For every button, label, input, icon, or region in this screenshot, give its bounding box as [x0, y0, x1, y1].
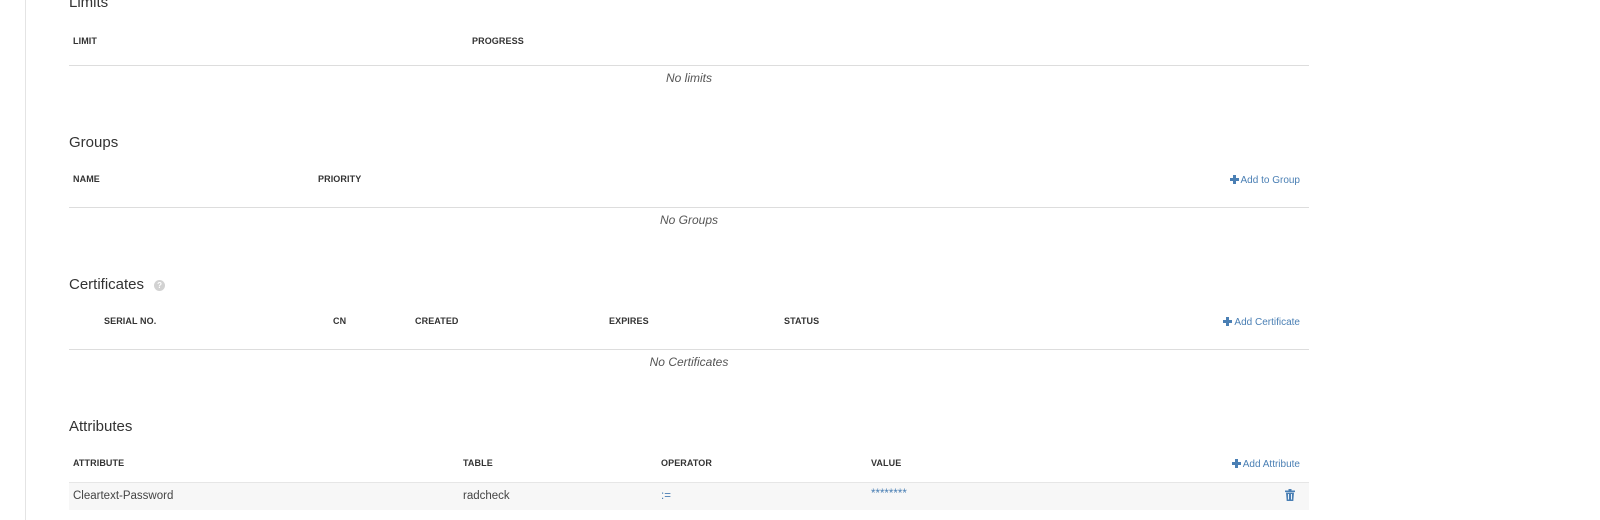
- limits-col-progress: PROGRESS: [472, 36, 524, 46]
- content-left-border: [25, 0, 26, 520]
- add-attribute-button[interactable]: Add Attribute: [1231, 459, 1300, 470]
- certificates-header-divider: [69, 349, 1309, 350]
- limits-empty-message: No limits: [665, 71, 712, 85]
- attributes-col-operator: OPERATOR: [661, 458, 712, 468]
- attribute-operator-link[interactable]: :=: [661, 490, 671, 502]
- certificates-col-status: STATUS: [784, 316, 820, 326]
- limits-header-divider: [69, 65, 1309, 66]
- add-attribute-label: Add Attribute: [1242, 459, 1300, 470]
- limits-section: Limits LIMIT PROGRESS No limits: [69, 0, 1309, 94]
- plus-icon: [1231, 459, 1241, 468]
- groups-section: Groups NAME PRIORITY Add to Group No Gro…: [69, 134, 1309, 234]
- certificates-empty-message: No Certificates: [649, 355, 729, 369]
- plus-icon: [1229, 175, 1239, 184]
- certificates-col-expires: EXPIRES: [609, 316, 649, 326]
- limits-title: Limits: [69, 0, 109, 11]
- attribute-name-cell: Cleartext-Password: [73, 490, 174, 502]
- groups-empty-message: No Groups: [659, 213, 719, 227]
- add-certificate-label: Add Certificate: [1234, 317, 1300, 328]
- groups-col-priority: PRIORITY: [318, 174, 362, 184]
- certificates-title: Certificates?: [69, 276, 166, 294]
- question-circle-icon[interactable]: ?: [154, 280, 166, 291]
- attributes-col-attribute: ATTRIBUTE: [73, 458, 125, 468]
- certificates-col-created: CREATED: [415, 316, 459, 326]
- trash-icon[interactable]: [1285, 489, 1295, 501]
- attributes-col-table: TABLE: [463, 458, 493, 468]
- limits-col-limit: LIMIT: [73, 36, 97, 46]
- groups-title: Groups: [69, 134, 119, 151]
- attributes-title: Attributes: [69, 418, 133, 435]
- attribute-value-link[interactable]: ********: [871, 488, 907, 500]
- attributes-col-value: VALUE: [871, 458, 902, 468]
- groups-col-name: NAME: [73, 174, 100, 184]
- table-row: Cleartext-Password radcheck := ********: [69, 482, 1309, 510]
- attributes-section: Attributes ATTRIBUTE TABLE OPERATOR VALU…: [69, 418, 1309, 520]
- add-to-group-label: Add to Group: [1240, 175, 1300, 186]
- add-to-group-button[interactable]: Add to Group: [1229, 175, 1300, 186]
- add-certificate-button[interactable]: Add Certificate: [1223, 317, 1300, 328]
- groups-header-divider: [69, 207, 1309, 208]
- attribute-table-cell: radcheck: [463, 490, 510, 502]
- certificates-section: Certificates? SERIAL NO. CN CREATED EXPI…: [69, 276, 1309, 376]
- certificates-col-serial: SERIAL NO.: [104, 316, 157, 326]
- certificates-title-text: Certificates: [69, 276, 145, 293]
- certificates-col-cn: CN: [333, 316, 347, 326]
- plus-icon: [1223, 317, 1233, 326]
